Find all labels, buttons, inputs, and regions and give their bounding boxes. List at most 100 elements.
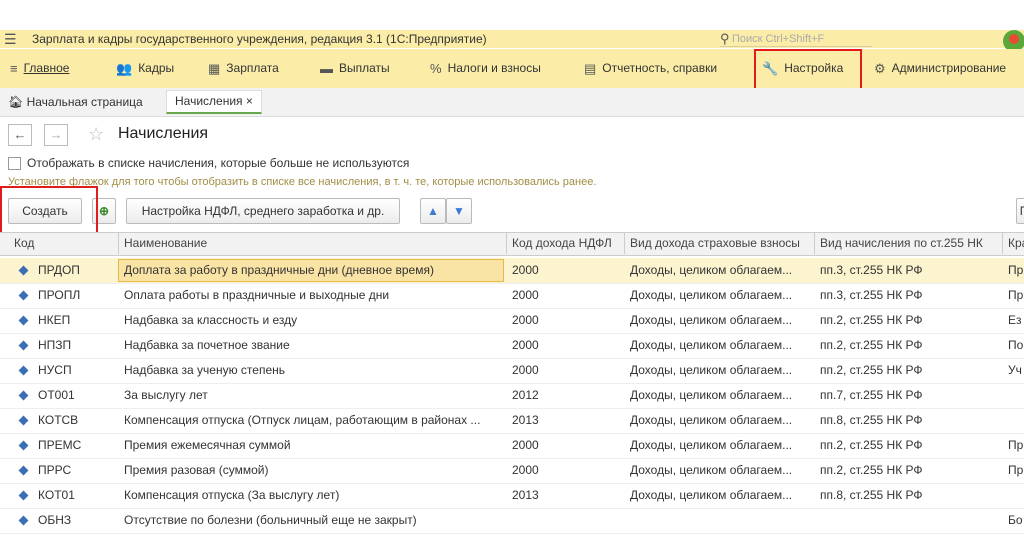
cell-art255: пп.2, ст.255 НК РФ [820, 438, 923, 452]
cell-extra: Пр [1008, 463, 1024, 477]
report-icon: ▤ [584, 61, 597, 76]
cell-insurance: Доходы, целиком облагаем... [630, 413, 793, 427]
cell-extra: Ез [1008, 313, 1022, 327]
gear-icon: ⚙ [874, 61, 886, 76]
money-icon: ▬ [320, 61, 333, 76]
cell-insurance: Доходы, целиком облагаем... [630, 313, 793, 327]
cell-art255: пп.2, ст.255 НК РФ [820, 363, 923, 377]
cell-ndfl: 2013 [512, 488, 539, 502]
ndfl-settings-button[interactable]: Настройка НДФЛ, среднего заработка и др. [126, 198, 400, 224]
cell-insurance: Доходы, целиком облагаем... [630, 488, 793, 502]
column-header-ndfl[interactable]: Код дохода НДФЛ [512, 232, 620, 254]
column-header-name[interactable]: Наименование [124, 232, 504, 254]
cell-code: НКЕП [38, 313, 71, 327]
cell-extra [1008, 408, 1024, 433]
cell-code: НУСП [38, 363, 72, 377]
cell-name: Премия ежемесячная суммой [124, 438, 291, 452]
cell-extra: Бо [1008, 513, 1023, 527]
cell-art255: пп.7, ст.255 НК РФ [820, 388, 923, 402]
cell-art255: пп.3, ст.255 НК РФ [820, 263, 923, 277]
search-icon: ⚲ [720, 31, 730, 46]
column-header-extra[interactable]: Кра [1008, 232, 1024, 254]
arrow-left-icon: ← [13, 127, 27, 142]
favorite-star-icon[interactable]: ☆ [88, 122, 104, 146]
cell-extra [1008, 383, 1024, 408]
section-main[interactable]: ≡ Главное [10, 49, 69, 88]
cell-insurance: Доходы, целиком облагаем... [630, 288, 793, 302]
tab-home[interactable]: 🏠︎ Начальная страница [8, 90, 143, 114]
section-reports[interactable]: ▤ Отчетность, справки [584, 49, 717, 88]
cell-ndfl [512, 508, 620, 533]
cell-art255: пп.2, ст.255 НК РФ [820, 338, 923, 352]
cell-name: Надбавка за почетное звание [124, 338, 290, 352]
cell-extra: Пр [1008, 438, 1024, 452]
cell-code: ОТ001 [38, 388, 75, 402]
cell-art255: пп.2, ст.255 НК РФ [820, 463, 923, 477]
cell-art255: пп.2, ст.255 НК РФ [820, 313, 923, 327]
column-header-art255[interactable]: Вид начисления по ст.255 НК [820, 232, 1000, 254]
cell-ndfl: 2000 [512, 363, 539, 377]
cell-ndfl: 2000 [512, 313, 539, 327]
cell-ndfl: 2000 [512, 338, 539, 352]
app-title: Зарплата и кадры государственного учрежд… [32, 32, 487, 46]
column-separator [506, 232, 507, 254]
column-header-insurance[interactable]: Вид дохода страховые взносы [630, 232, 812, 254]
cell-ndfl: 2000 [512, 463, 539, 477]
section-hr[interactable]: 👥 Кадры [116, 49, 174, 88]
page-title: Начисления [118, 125, 209, 142]
cell-name: Надбавка за ученую степень [124, 363, 285, 377]
column-header-code[interactable]: Код [14, 232, 114, 254]
section-label: Кадры [138, 61, 175, 75]
arrow-up-icon: ▲ [427, 204, 439, 218]
section-payments[interactable]: ▬ Выплаты [320, 49, 390, 88]
cell-insurance [630, 508, 812, 533]
section-label: Отчетность, справки [602, 61, 718, 75]
cell-code: ПРРС [38, 463, 72, 477]
move-down-button[interactable]: ▼ [446, 198, 472, 224]
section-taxes[interactable]: % Налоги и взносы [430, 49, 541, 88]
cell-ndfl: 2000 [512, 288, 539, 302]
cell-ndfl: 2000 [512, 438, 539, 452]
column-separator [118, 232, 119, 254]
tab-label: Начисления [175, 94, 243, 108]
cell-code: ПРЕМС [38, 438, 82, 452]
section-label: Администрирование [891, 61, 1007, 75]
tabs-bar [0, 88, 1024, 117]
cell-insurance: Доходы, целиком облагаем... [630, 263, 793, 277]
cell-name: Компенсация отпуска (За выслугу лет) [124, 488, 340, 502]
back-button[interactable]: ← [8, 124, 32, 146]
hamburger-menu-icon[interactable]: ☰ [4, 30, 18, 48]
show-unused-checkbox[interactable] [8, 157, 21, 170]
close-icon[interactable]: × [246, 94, 253, 108]
cell-art255: пп.8, ст.255 НК РФ [820, 488, 923, 502]
cell-insurance: Доходы, целиком облагаем... [630, 438, 793, 452]
cell-code: ОБНЗ [38, 513, 72, 527]
tab-current[interactable]: Начисления × [166, 90, 262, 114]
people-icon: 👥 [116, 61, 133, 76]
tab-label: Начальная страница [26, 95, 143, 109]
section-label: Зарплата [226, 61, 279, 75]
move-up-button[interactable]: ▲ [420, 198, 446, 224]
forward-button[interactable]: → [44, 124, 68, 146]
cell-insurance: Доходы, целиком облагаем... [630, 338, 793, 352]
cell-code: НПЗП [38, 338, 72, 352]
section-label: Выплаты [339, 61, 390, 75]
cell-extra: Пр [1008, 263, 1024, 277]
arrow-down-icon: ▼ [453, 204, 465, 218]
cell-name: Надбавка за классность и езду [124, 313, 298, 327]
section-salary[interactable]: ▦ Зарплата [208, 49, 279, 88]
cell-name: Оплата работы в праздничные и выходные д… [124, 288, 390, 302]
section-label: Главное [23, 61, 70, 75]
more-button[interactable]: П [1016, 198, 1024, 224]
cell-extra: Пр [1008, 288, 1024, 302]
calculator-icon: ▦ [208, 61, 221, 76]
show-unused-label: Отображать в списке начисления, которые … [27, 156, 410, 170]
cell-name: Компенсация отпуска (Отпуск лицам, работ… [124, 413, 481, 427]
section-admin[interactable]: ⚙ Администрирование [874, 49, 1006, 88]
column-separator [814, 232, 815, 254]
section-label: Налоги и взносы [447, 61, 541, 75]
cell-insurance: Доходы, целиком облагаем... [630, 363, 793, 377]
percent-icon: % [430, 61, 442, 76]
cell-ndfl: 2000 [512, 263, 539, 277]
cell-code: ПРДОП [38, 263, 80, 277]
